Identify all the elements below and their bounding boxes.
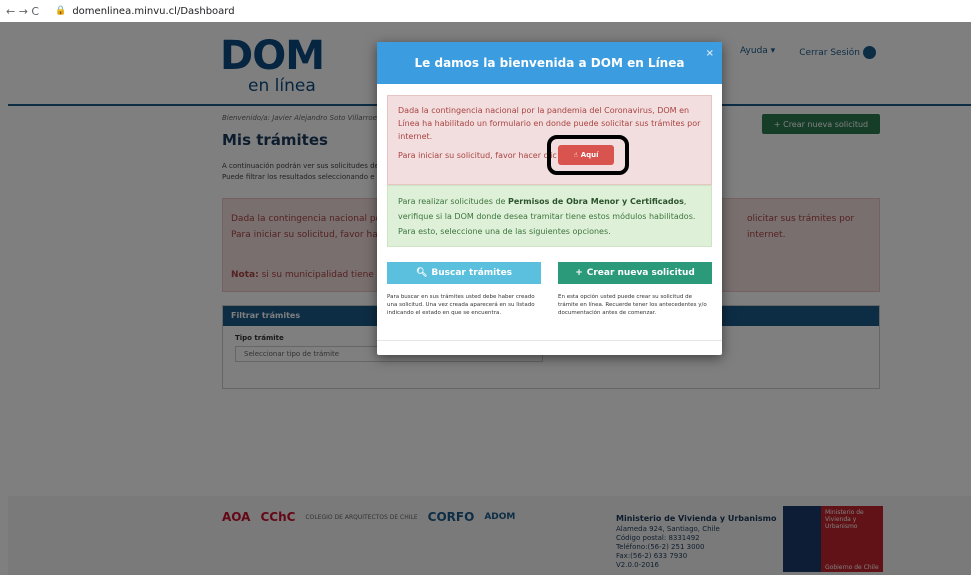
- search-tramites-button[interactable]: 🔍︎ Buscar trámites: [387, 262, 541, 284]
- create-request-button[interactable]: + Crear nueva solicitud: [558, 262, 712, 284]
- create-button-label: Crear nueva solicitud: [586, 268, 695, 278]
- search-button-label: Buscar trámites: [431, 268, 513, 278]
- search-description: Para buscar en sus trámites usted debe h…: [387, 294, 535, 316]
- lock-icon: 🔒: [55, 6, 67, 16]
- modal-header: Le damos la bienvenida a DOM en Línea ×: [377, 42, 722, 84]
- url-text[interactable]: domenlinea.minvu.cl/Dashboard: [72, 6, 234, 17]
- modal-title: Le damos la bienvenida a DOM en Línea: [414, 56, 685, 70]
- plus-icon: +: [575, 268, 583, 278]
- highlight-box: [547, 135, 629, 175]
- browser-nav-controls[interactable]: ← → C: [6, 5, 39, 18]
- browser-address-bar: ← → C 🔒 domenlinea.minvu.cl/Dashboard: [0, 0, 971, 22]
- modal-footer: [377, 340, 722, 355]
- welcome-modal: Le damos la bienvenida a DOM en Línea × …: [377, 42, 722, 355]
- info-text-bold: Permisos de Obra Menor y Certificados: [508, 197, 684, 206]
- info-text-pre: Para realizar solicitudes de: [398, 197, 509, 206]
- info-alert: Para realizar solicitudes de Permisos de…: [387, 185, 712, 247]
- create-description: En esta opción usted puede crear su soli…: [558, 294, 707, 316]
- close-icon[interactable]: ×: [706, 48, 714, 59]
- search-icon: 🔍︎: [415, 268, 428, 278]
